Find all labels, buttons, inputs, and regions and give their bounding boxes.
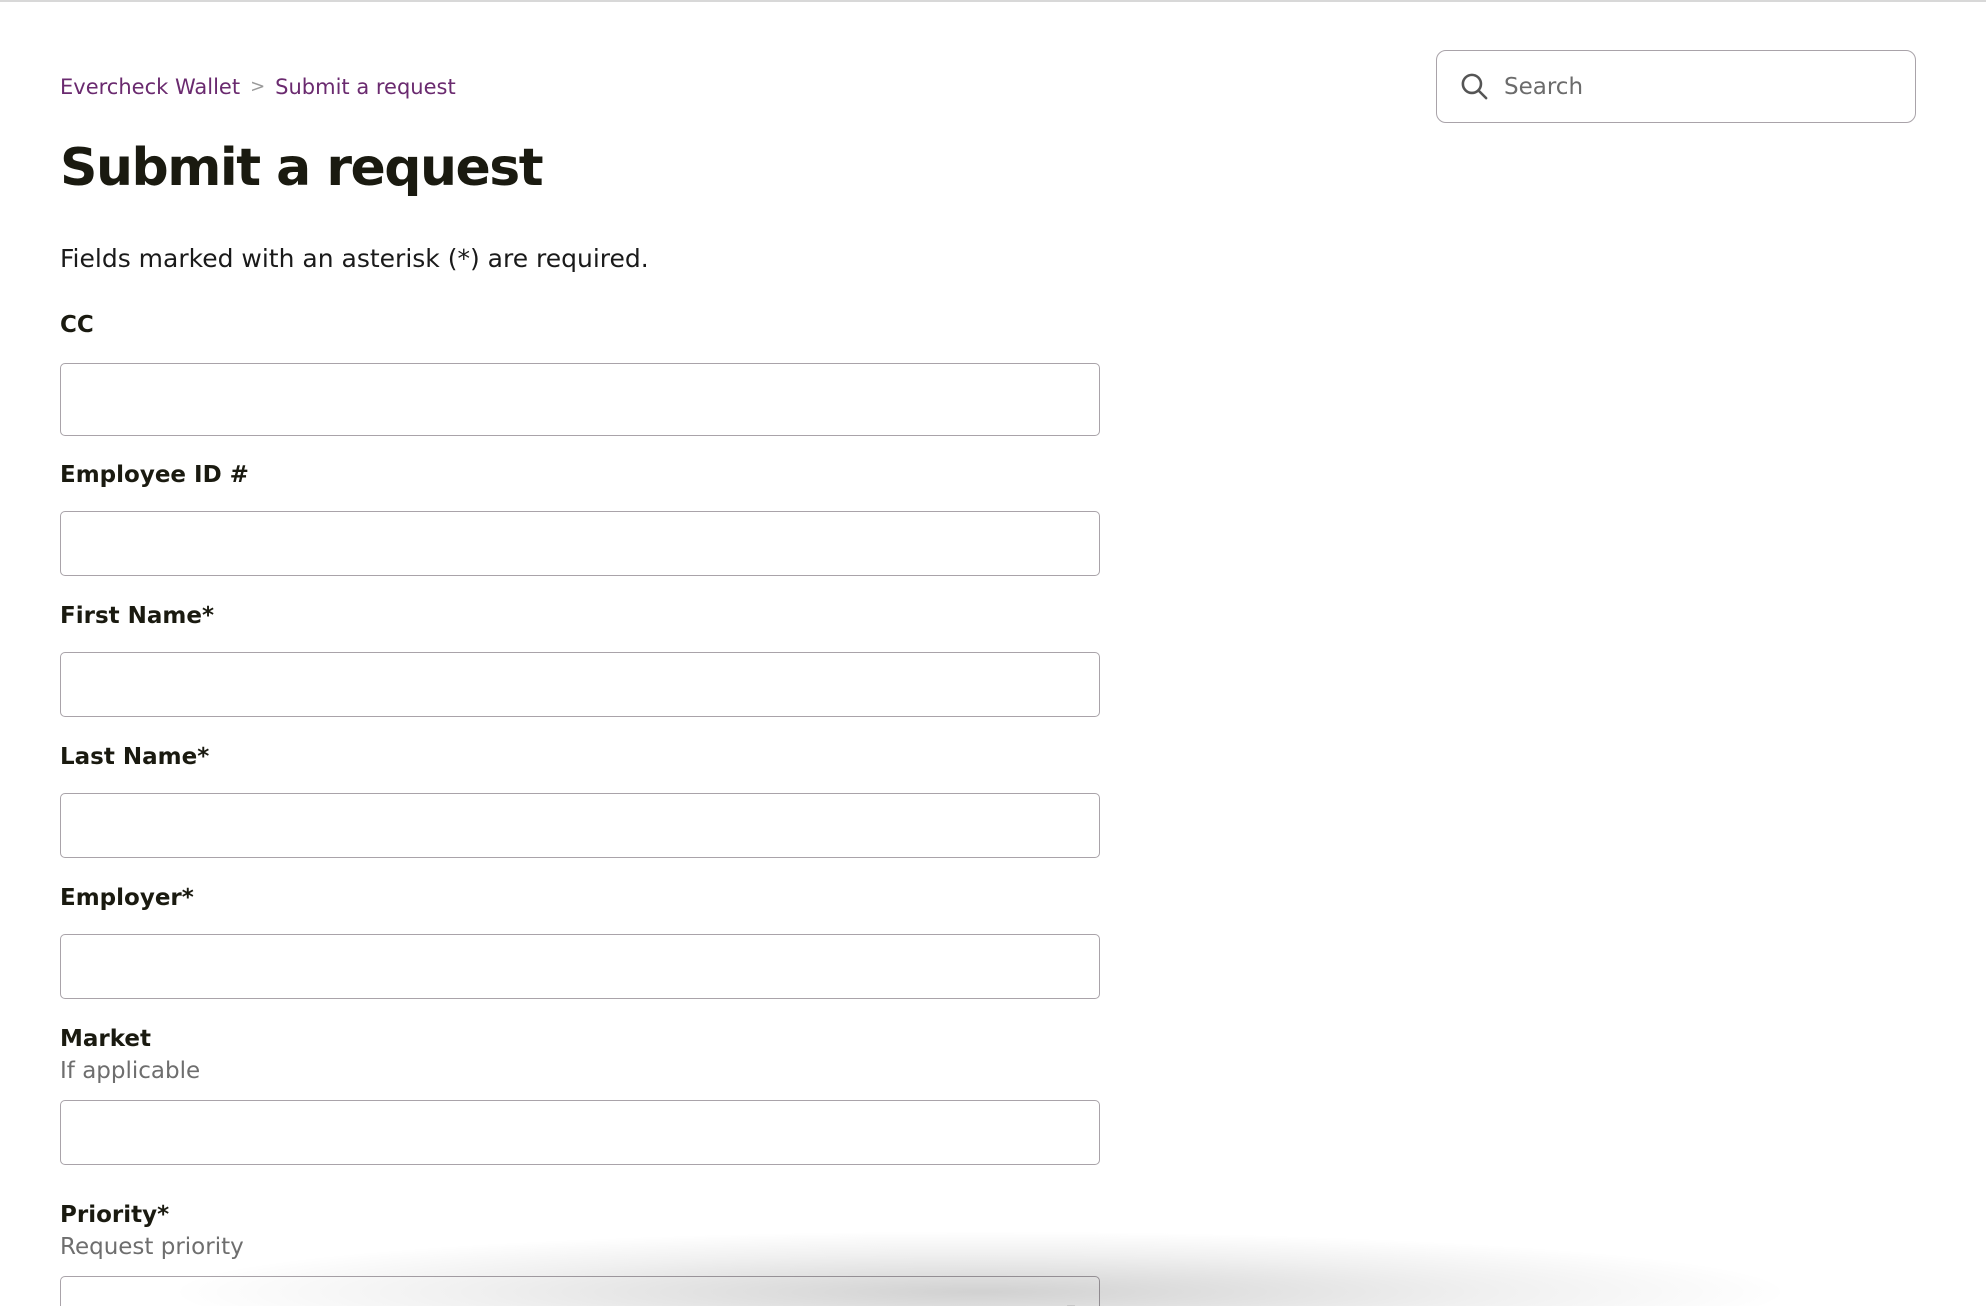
priority-label: Priority* bbox=[60, 1202, 170, 1228]
employee-id-field-group: Employee ID # bbox=[60, 460, 1100, 576]
cc-field-group: CC bbox=[60, 310, 1100, 436]
first-name-input[interactable] bbox=[60, 652, 1100, 717]
priority-field-group: Priority* Request priority ▾ bbox=[60, 1200, 1100, 1306]
last-name-input[interactable] bbox=[60, 793, 1100, 858]
cc-label: CC bbox=[60, 312, 94, 338]
market-label: Market bbox=[60, 1026, 152, 1052]
priority-hint: Request priority bbox=[60, 1234, 244, 1260]
breadcrumb-home-link[interactable]: Evercheck Wallet bbox=[60, 73, 240, 101]
employer-label: Employer* bbox=[60, 885, 194, 911]
page: Evercheck Wallet > Submit a request Subm… bbox=[0, 0, 1986, 1306]
priority-select[interactable]: ▾ bbox=[60, 1276, 1100, 1306]
breadcrumb-current-link[interactable]: Submit a request bbox=[275, 73, 456, 101]
market-input[interactable] bbox=[60, 1100, 1100, 1165]
employer-field-group: Employer* bbox=[60, 883, 1100, 999]
first-name-label: First Name* bbox=[60, 603, 214, 629]
search-icon bbox=[1461, 73, 1488, 100]
market-hint: If applicable bbox=[60, 1058, 201, 1084]
search-box[interactable] bbox=[1436, 50, 1916, 123]
last-name-field-group: Last Name* bbox=[60, 742, 1100, 858]
first-name-field-group: First Name* bbox=[60, 601, 1100, 717]
breadcrumb-separator: > bbox=[250, 76, 266, 97]
employee-id-label: Employee ID # bbox=[60, 462, 249, 488]
employee-id-input[interactable] bbox=[60, 511, 1100, 576]
breadcrumb: Evercheck Wallet > Submit a request bbox=[60, 73, 456, 101]
page-title: Submit a request bbox=[60, 138, 544, 198]
employer-input[interactable] bbox=[60, 934, 1100, 999]
search-input[interactable] bbox=[1504, 73, 1894, 100]
market-field-group: Market If applicable bbox=[60, 1024, 1100, 1165]
header: Evercheck Wallet > Submit a request bbox=[0, 2, 1986, 132]
last-name-label: Last Name* bbox=[60, 744, 210, 770]
required-note: Fields marked with an asterisk (*) are r… bbox=[60, 244, 649, 273]
chevron-down-icon: ▾ bbox=[1067, 1299, 1075, 1306]
cc-input[interactable] bbox=[60, 363, 1100, 436]
